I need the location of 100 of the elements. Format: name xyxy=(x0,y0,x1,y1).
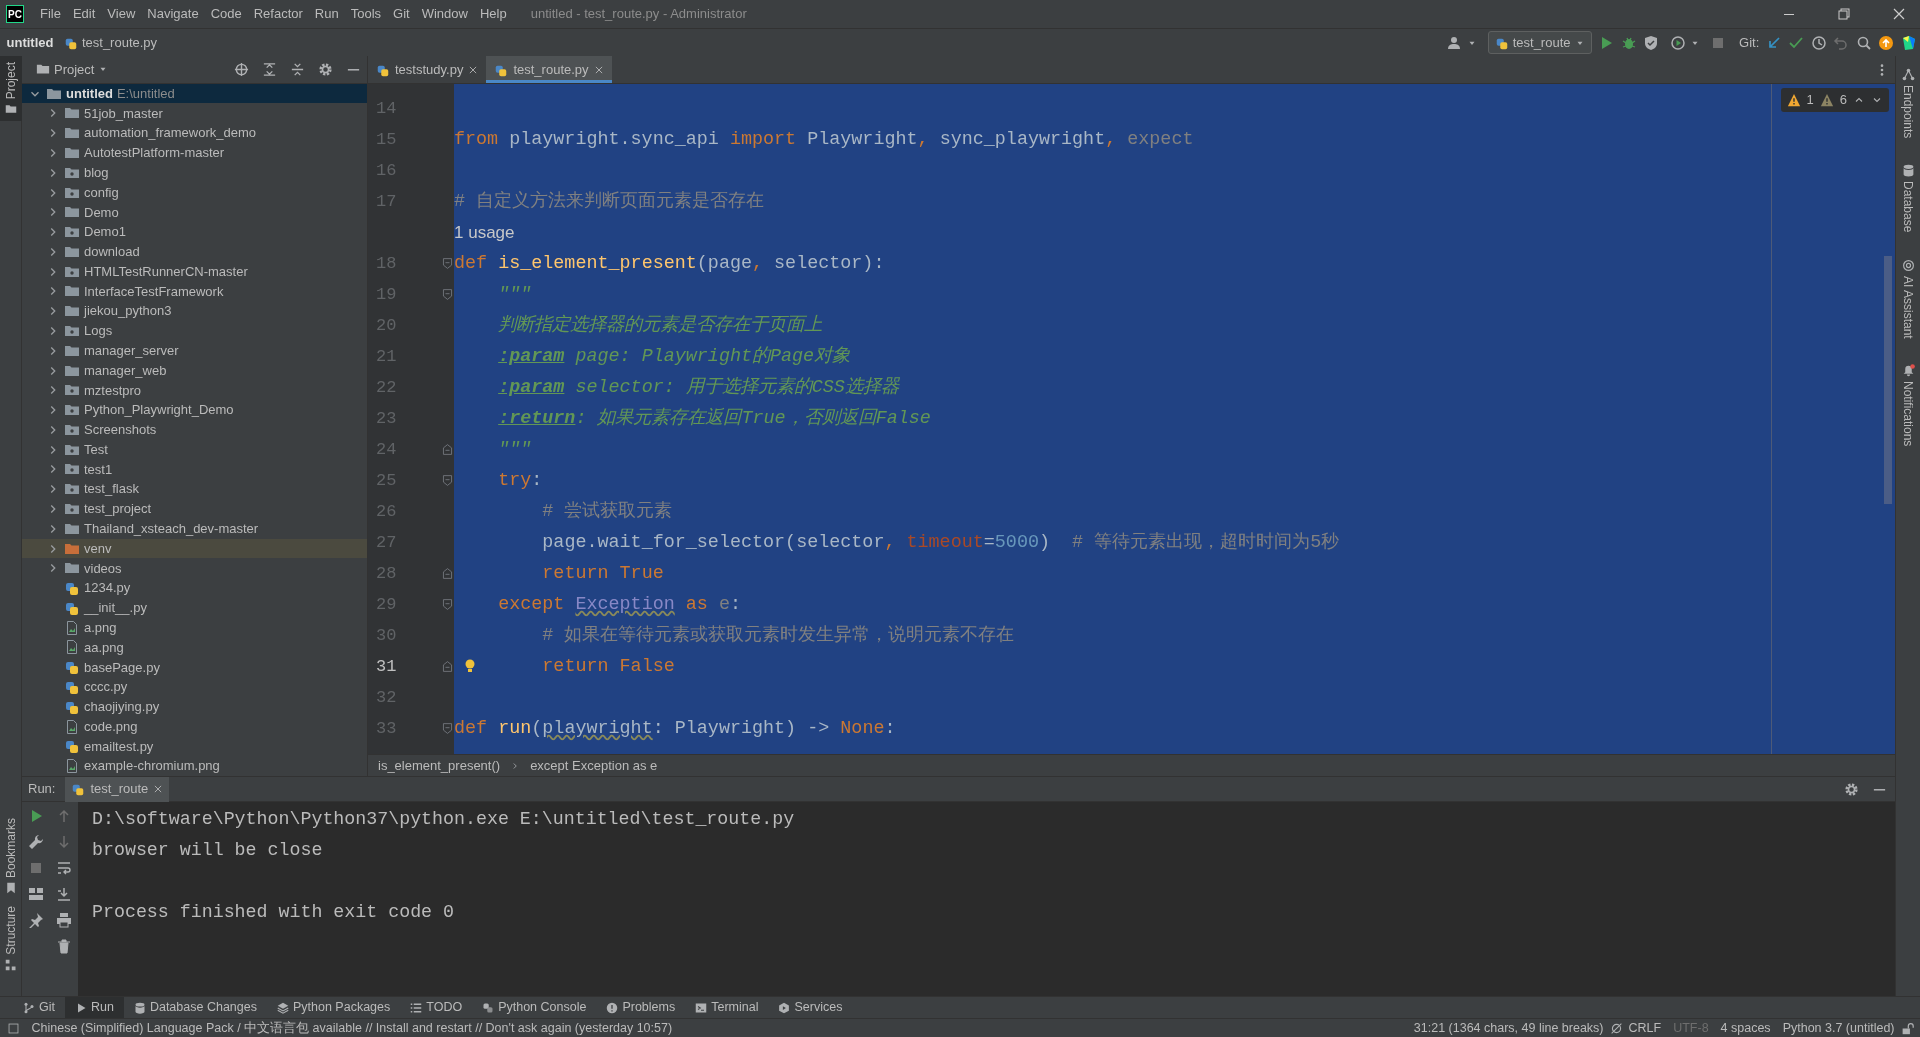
scroll-to-end-icon[interactable] xyxy=(56,886,72,902)
menu-item[interactable]: Window xyxy=(415,4,474,24)
fold-marker-icon[interactable] xyxy=(441,443,454,456)
tool-window-button[interactable]: Problems xyxy=(596,996,686,1019)
tree-item[interactable]: untitled E:\untitled xyxy=(22,83,367,104)
search-icon[interactable] xyxy=(1855,34,1872,51)
tree-item[interactable]: jiekou_python3 xyxy=(22,301,367,322)
settings-icon[interactable] xyxy=(1844,781,1859,797)
tree-item[interactable]: emailtest.py xyxy=(22,736,367,757)
layout-icon[interactable] xyxy=(28,886,44,902)
tree-item[interactable]: Thailand_xsteach_dev-master xyxy=(22,518,367,539)
tree-item[interactable]: aa.png xyxy=(22,637,367,658)
tool-window-button[interactable]: Terminal xyxy=(685,996,769,1019)
menu-item[interactable]: Help xyxy=(473,4,513,24)
menu-item[interactable]: View xyxy=(101,4,142,24)
tree-item[interactable]: example-chromium.png xyxy=(22,756,367,776)
tree-item[interactable]: code.png xyxy=(22,716,367,737)
wrench-icon[interactable] xyxy=(28,834,44,850)
menu-item[interactable]: Run xyxy=(308,4,345,24)
panel-toggle-icon[interactable] xyxy=(6,1021,20,1035)
file-breadcrumb[interactable]: test_route.py xyxy=(59,32,162,53)
menu-item[interactable]: Code xyxy=(204,4,248,24)
tree-item[interactable]: 51job_master xyxy=(22,103,367,124)
tree-item[interactable]: HTMLTestRunnerCN-master xyxy=(22,261,367,282)
tool-window-button[interactable]: Services xyxy=(768,996,853,1019)
menu-item[interactable]: Refactor xyxy=(247,4,309,24)
restore-button[interactable] xyxy=(1836,6,1852,22)
tree-item[interactable]: cccc.py xyxy=(22,677,367,697)
fold-marker-icon[interactable] xyxy=(441,567,454,580)
tool-window-tab[interactable]: Bookmarks xyxy=(0,811,22,900)
editor-tab[interactable]: test_route.py xyxy=(486,56,612,83)
tree-item[interactable]: 1234.py xyxy=(22,578,367,598)
tool-window-tab[interactable]: Database xyxy=(1897,158,1919,239)
tree-item[interactable]: __init__.py xyxy=(22,598,367,618)
menu-item[interactable]: Tools xyxy=(344,4,388,24)
tool-window-tab[interactable]: Project xyxy=(0,56,22,122)
tool-window-button[interactable]: Database Changes xyxy=(123,996,267,1019)
tree-item[interactable]: InterfaceTestFramework xyxy=(22,281,367,302)
print-icon[interactable] xyxy=(56,912,72,928)
plugin-logo-icon[interactable] xyxy=(1900,34,1917,51)
tool-window-tab[interactable]: Endpoints xyxy=(1897,62,1919,145)
tool-window-button[interactable]: Python Console xyxy=(472,996,597,1019)
usage-hint[interactable]: 1 usage xyxy=(454,219,515,246)
fold-marker-icon[interactable] xyxy=(441,288,454,301)
tree-item[interactable]: Demo1 xyxy=(22,222,367,242)
trash-icon[interactable] xyxy=(56,938,72,954)
project-view-dropdown[interactable]: Project xyxy=(32,59,113,80)
tool-window-tab[interactable]: Notifications xyxy=(1897,358,1919,453)
no-inspection-icon[interactable] xyxy=(1609,1021,1623,1035)
fold-marker-icon[interactable] xyxy=(441,722,454,735)
fold-marker-icon[interactable] xyxy=(441,474,454,487)
tree-item[interactable]: Logs xyxy=(22,321,367,341)
editor-tab[interactable]: teststudy.py xyxy=(368,56,487,83)
tool-window-button[interactable]: Python Packages xyxy=(266,996,401,1019)
close-icon[interactable] xyxy=(468,64,479,75)
tree-item[interactable]: Test xyxy=(22,439,367,460)
run-tab[interactable]: test_route xyxy=(65,776,170,802)
menu-item[interactable]: Edit xyxy=(66,4,102,24)
tree-item[interactable]: Demo xyxy=(22,202,367,223)
settings-icon[interactable] xyxy=(318,61,333,77)
tree-item[interactable]: AutotestPlatform-master xyxy=(22,143,367,163)
inspections-widget[interactable]: 1 6 xyxy=(1780,88,1889,112)
soft-wrap-icon[interactable] xyxy=(56,860,72,876)
tree-item[interactable]: manager_web xyxy=(22,360,367,381)
tree-item[interactable]: Python_Playwright_Demo xyxy=(22,400,367,420)
tree-item[interactable]: basePage.py xyxy=(22,657,367,678)
close-icon[interactable] xyxy=(593,64,604,75)
breadcrumb[interactable]: except Exception as e xyxy=(530,755,658,776)
tool-window-tab[interactable]: AI Assistant xyxy=(1897,252,1919,345)
tree-item[interactable]: config xyxy=(22,182,367,203)
collapse-all-icon[interactable] xyxy=(290,61,305,77)
close-icon[interactable] xyxy=(153,784,164,794)
tree-item[interactable]: automation_framework_demo xyxy=(22,123,367,144)
status-item[interactable]: CRLF xyxy=(1622,1018,1668,1037)
tool-window-button[interactable]: Run xyxy=(65,996,124,1019)
fold-marker-icon[interactable] xyxy=(441,257,454,270)
status-item[interactable]: 31:21 (1364 chars, 49 line breaks) xyxy=(1407,1018,1610,1037)
tree-item[interactable]: mztestpro xyxy=(22,380,367,401)
tree-item[interactable]: manager_server xyxy=(22,340,367,361)
menu-item[interactable]: File xyxy=(34,4,67,24)
upgrade-icon[interactable] xyxy=(1878,34,1895,51)
fold-marker-icon[interactable] xyxy=(441,598,454,611)
close-button[interactable] xyxy=(1891,6,1907,22)
tool-window-button[interactable]: TODO xyxy=(400,996,473,1019)
pin-icon[interactable] xyxy=(28,912,44,928)
expand-all-icon[interactable] xyxy=(262,61,277,77)
status-item[interactable]: 4 spaces xyxy=(1714,1018,1777,1037)
tree-item[interactable]: download xyxy=(22,241,367,262)
menu-item[interactable]: Git xyxy=(387,4,416,24)
tree-item[interactable]: blog xyxy=(22,162,367,183)
tree-item[interactable]: test_flask xyxy=(22,479,367,500)
menu-item[interactable]: Navigate xyxy=(141,4,205,24)
tree-item[interactable]: test1 xyxy=(22,459,367,480)
project-name[interactable]: untitled xyxy=(6,32,54,53)
fold-marker-icon[interactable] xyxy=(441,660,454,673)
history-icon[interactable] xyxy=(1810,34,1827,51)
run-configuration-dropdown[interactable]: test_route xyxy=(1487,30,1592,55)
scrollbar-thumb[interactable] xyxy=(1884,256,1892,504)
tree-item[interactable]: test_project xyxy=(22,499,367,519)
tree-item[interactable]: Screenshots xyxy=(22,420,367,440)
